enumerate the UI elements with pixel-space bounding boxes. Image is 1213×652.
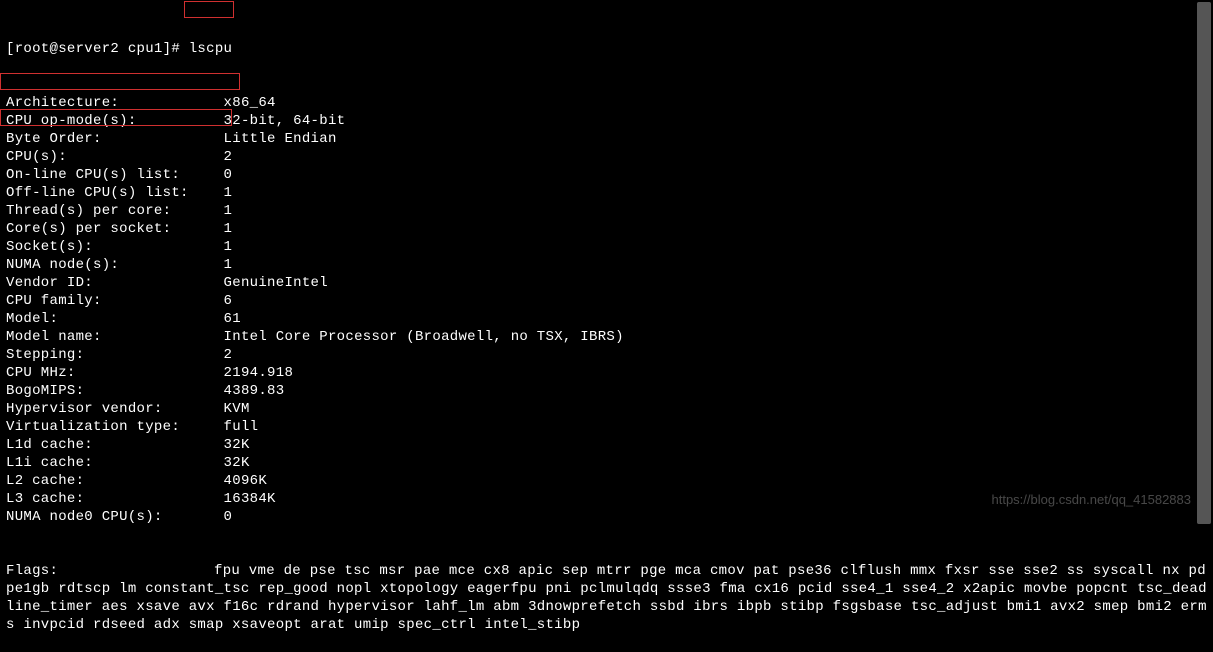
lscpu-row: BogoMIPS: 4389.83 <box>6 382 1207 400</box>
row-label: Architecture: <box>6 95 224 111</box>
row-label: NUMA node(s): <box>6 257 224 273</box>
row-label: Thread(s) per core: <box>6 203 224 219</box>
watermark-text: https://blog.csdn.net/qq_41582883 <box>992 491 1192 509</box>
row-label: CPU(s): <box>6 149 224 165</box>
lscpu-row: Model: 61 <box>6 310 1207 328</box>
row-value: 32-bit, 64-bit <box>224 113 346 129</box>
lscpu-row: Socket(s): 1 <box>6 238 1207 256</box>
scrollbar-track[interactable] <box>1197 2 1211 524</box>
row-label: NUMA node0 CPU(s): <box>6 509 224 525</box>
row-value: GenuineIntel <box>224 275 328 291</box>
lscpu-row: Architecture: x86_64 <box>6 94 1207 112</box>
row-value: KVM <box>224 401 250 417</box>
row-label: Off-line CPU(s) list: <box>6 185 224 201</box>
lscpu-row: L2 cache: 4096K <box>6 472 1207 490</box>
scrollbar-thumb[interactable] <box>1197 2 1211 524</box>
row-label: Vendor ID: <box>6 275 224 291</box>
row-value: 0 <box>224 509 233 525</box>
lscpu-row: L1i cache: 32K <box>6 454 1207 472</box>
row-value: 2 <box>224 347 233 363</box>
row-value: 1 <box>224 221 233 237</box>
lscpu-row: Thread(s) per core: 1 <box>6 202 1207 220</box>
lscpu-rows: Architecture: x86_64CPU op-mode(s): 32-b… <box>6 94 1207 526</box>
lscpu-row: CPU family: 6 <box>6 292 1207 310</box>
row-label: CPU op-mode(s): <box>6 113 224 129</box>
row-value: full <box>224 419 259 435</box>
lscpu-row: Vendor ID: GenuineIntel <box>6 274 1207 292</box>
shell-prompt: [root@server2 cpu1]# <box>6 41 189 57</box>
row-value: 1 <box>224 257 233 273</box>
row-label: L2 cache: <box>6 473 224 489</box>
lscpu-row: L1d cache: 32K <box>6 436 1207 454</box>
row-label: Byte Order: <box>6 131 224 147</box>
terminal-output: [root@server2 cpu1]# lscpu Architecture:… <box>6 4 1207 652</box>
row-value: 61 <box>224 311 241 327</box>
row-value: 6 <box>224 293 233 309</box>
lscpu-row: NUMA node0 CPU(s): 0 <box>6 508 1207 526</box>
lscpu-row: Hypervisor vendor: KVM <box>6 400 1207 418</box>
row-label: Core(s) per socket: <box>6 221 224 237</box>
row-label: On-line CPU(s) list: <box>6 167 224 183</box>
lscpu-row: Model name: Intel Core Processor (Broadw… <box>6 328 1207 346</box>
row-value: 32K <box>224 437 250 453</box>
prompt-line: [root@server2 cpu1]# lscpu <box>6 40 1207 58</box>
row-label: L1d cache: <box>6 437 224 453</box>
row-value: 16384K <box>224 491 276 507</box>
lscpu-row: Core(s) per socket: 1 <box>6 220 1207 238</box>
lscpu-row: CPU op-mode(s): 32-bit, 64-bit <box>6 112 1207 130</box>
row-label: Socket(s): <box>6 239 224 255</box>
lscpu-row: Byte Order: Little Endian <box>6 130 1207 148</box>
row-value: 2 <box>224 149 233 165</box>
row-value: 1 <box>224 185 233 201</box>
row-value: 1 <box>224 203 233 219</box>
row-label: BogoMIPS: <box>6 383 224 399</box>
row-label: L3 cache: <box>6 491 224 507</box>
row-label: Virtualization type: <box>6 419 224 435</box>
row-value: 1 <box>224 239 233 255</box>
row-label: CPU family: <box>6 293 224 309</box>
lscpu-row: CPU MHz: 2194.918 <box>6 364 1207 382</box>
row-label: L1i cache: <box>6 455 224 471</box>
lscpu-row: Off-line CPU(s) list: 1 <box>6 184 1207 202</box>
row-value: 0 <box>224 167 233 183</box>
lscpu-row: On-line CPU(s) list: 0 <box>6 166 1207 184</box>
row-label: Hypervisor vendor: <box>6 401 224 417</box>
row-label: Model: <box>6 311 224 327</box>
command-text: lscpu <box>189 41 233 57</box>
row-label: CPU MHz: <box>6 365 224 381</box>
row-value: x86_64 <box>224 95 276 111</box>
lscpu-row: Virtualization type: full <box>6 418 1207 436</box>
row-label: Model name: <box>6 329 224 345</box>
row-value: Intel Core Processor (Broadwell, no TSX,… <box>224 329 624 345</box>
row-value: 4389.83 <box>224 383 285 399</box>
lscpu-row: CPU(s): 2 <box>6 148 1207 166</box>
row-value: 32K <box>224 455 250 471</box>
lscpu-row: Stepping: 2 <box>6 346 1207 364</box>
row-value: 2194.918 <box>224 365 294 381</box>
row-value: 4096K <box>224 473 268 489</box>
lscpu-row: NUMA node(s): 1 <box>6 256 1207 274</box>
flags-label: Flags: <box>6 562 214 580</box>
row-value: Little Endian <box>224 131 337 147</box>
flags-row: Flags:fpu vme de pse tsc msr pae mce cx8… <box>6 562 1207 634</box>
row-label: Stepping: <box>6 347 224 363</box>
